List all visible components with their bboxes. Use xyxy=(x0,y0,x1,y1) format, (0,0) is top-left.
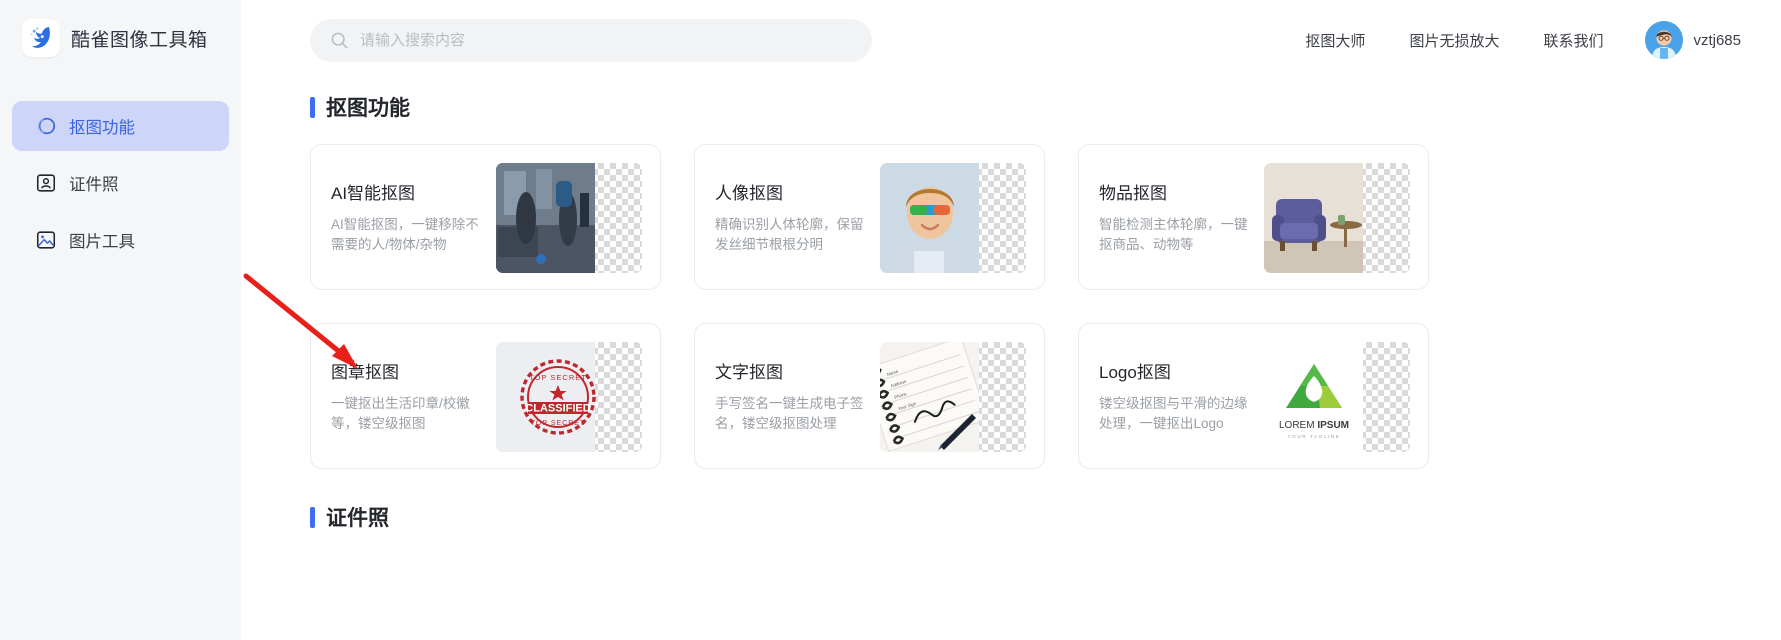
main-area: 抠图大师 图片无损放大 联系我们 xyxy=(241,0,1781,640)
sidebar-item-label: 证件照 xyxy=(69,176,119,194)
notebook-signature-photo: Name Address Phone Your Sign xyxy=(880,342,979,452)
thumb-svg: LOREM IPSUM YOUR TAGLINE xyxy=(1264,342,1363,452)
card-thumbnail xyxy=(496,163,642,273)
avatar xyxy=(1645,21,1684,59)
card-desc: AI智能抠图，一键移除不需要的人/物体/杂物 xyxy=(331,217,479,252)
section-header-cutout: 抠图功能 xyxy=(310,92,1781,122)
card-title: 人像抠图 xyxy=(715,184,783,204)
search-box[interactable] xyxy=(310,18,872,62)
brand-logo-svg xyxy=(30,27,50,48)
card-title: 物品抠图 xyxy=(1099,184,1167,204)
card-text: AI智能抠图 AI智能抠图，一键移除不需要的人/物体/杂物 xyxy=(311,179,489,254)
sidebar-item-id-photo[interactable]: 证件照 xyxy=(12,158,229,208)
topnav-link-contact-us[interactable]: 联系我们 xyxy=(1521,30,1625,51)
avatar-svg xyxy=(1645,21,1684,59)
app-root: 酷雀图像工具箱 抠图功能 证件照 图片工具 请输入搜索内容 抠图大师 图片无损放… xyxy=(0,0,1781,640)
card-text: Logo抠图 镂空级抠图与平滑的边缘处理，一键抠出Logo xyxy=(1079,358,1257,433)
topnav-link-image-upscale[interactable]: 图片无损放大 xyxy=(1387,30,1521,51)
section-header-id-photo: 证件照 xyxy=(310,502,1781,532)
card-title: Logo抠图 xyxy=(1099,363,1171,383)
sidebar-item-label: 抠图功能 xyxy=(69,119,135,137)
svg-text:TOP SECRET: TOP SECRET xyxy=(531,420,585,427)
sidebar-item-image-tools[interactable]: 图片工具 xyxy=(12,215,229,265)
card-thumbnail: TOP SECRET CLASSIFIED TOP SECRET xyxy=(496,342,642,452)
card-text: 物品抠图 智能检测主体轮廓，一键抠商品、动物等 xyxy=(1079,179,1257,254)
card-desc: 智能检测主体轮廓，一键抠商品、动物等 xyxy=(1099,217,1248,252)
card-title: 文字抠图 xyxy=(715,363,783,383)
thumb-svg xyxy=(496,163,595,273)
search-icon xyxy=(331,32,348,48)
feature-card-logo-cutout[interactable]: Logo抠图 镂空级抠图与平滑的边缘处理，一键抠出Logo LOREM IPSU… xyxy=(1078,323,1429,469)
feature-card-object-cutout[interactable]: 物品抠图 智能检测主体轮廓，一键抠商品、动物等 xyxy=(1078,144,1429,290)
sidebar: 酷雀图像工具箱 抠图功能 证件照 图片工具 xyxy=(0,0,241,640)
feature-card-text-cutout[interactable]: 文字抠图 手写签名一键生成电子签名，镂空级抠图处理 Name Address P… xyxy=(694,323,1045,469)
armchair-photo xyxy=(1264,163,1363,273)
username-label: vztj685 xyxy=(1693,31,1741,49)
card-thumbnail: Name Address Phone Your Sign xyxy=(880,342,1026,452)
topnav: 抠图大师 图片无损放大 联系我们 vztj685 xyxy=(1283,21,1741,59)
thumb-svg xyxy=(880,163,979,273)
brand-title: 酷雀图像工具箱 xyxy=(71,29,208,51)
feature-card-stamp-cutout[interactable]: 图章抠图 一键抠出生活印章/校徽等，镂空级抠图 TOP SECRET CLASS… xyxy=(310,323,661,469)
feature-card-portrait-cutout[interactable]: 人像抠图 精确识别人体轮廓，保留发丝细节根根分明 xyxy=(694,144,1045,290)
search-input[interactable] xyxy=(360,31,852,49)
image-tools-icon xyxy=(36,231,56,249)
svg-text:TOP SECRET: TOP SECRET xyxy=(529,373,587,382)
classified-stamp-photo: TOP SECRET CLASSIFIED TOP SECRET xyxy=(496,342,642,452)
sidebar-item-label: 图片工具 xyxy=(69,233,135,251)
id-photo-icon xyxy=(36,174,56,192)
card-text: 图章抠图 一键抠出生活印章/校徽等，镂空级抠图 xyxy=(311,358,489,433)
topbar: 抠图大师 图片无损放大 联系我们 xyxy=(241,0,1781,80)
cutout-circle-icon xyxy=(38,117,56,135)
card-title: AI智能抠图 xyxy=(331,184,416,204)
bird-logo-icon xyxy=(22,19,60,57)
lorem-ipsum-logo-photo: LOREM IPSUM YOUR TAGLINE xyxy=(1264,342,1363,452)
content: 抠图功能 AI智能抠图 AI智能抠图，一键移除不需要的人/物体/杂物 人像抠图 … xyxy=(241,80,1781,532)
section-title: 抠图功能 xyxy=(326,97,410,120)
card-desc: 精确识别人体轮廓，保留发丝细节根根分明 xyxy=(715,217,864,252)
boxing-gym-photo xyxy=(496,163,595,273)
svg-text:YOUR TAGLINE: YOUR TAGLINE xyxy=(1288,434,1341,439)
section-accent-bar xyxy=(310,96,315,118)
user-menu[interactable]: vztj685 xyxy=(1645,21,1741,59)
card-text: 文字抠图 手写签名一键生成电子签名，镂空级抠图处理 xyxy=(695,358,873,433)
thumb-svg xyxy=(1264,163,1363,273)
topnav-link-koutu-master[interactable]: 抠图大师 xyxy=(1283,30,1387,51)
feature-card-ai-cutout[interactable]: AI智能抠图 AI智能抠图，一键移除不需要的人/物体/杂物 xyxy=(310,144,661,290)
card-thumbnail xyxy=(880,163,1026,273)
card-text: 人像抠图 精确识别人体轮廓，保留发丝细节根根分明 xyxy=(695,179,873,254)
section-title: 证件照 xyxy=(326,507,389,530)
feature-card-grid: AI智能抠图 AI智能抠图，一键移除不需要的人/物体/杂物 人像抠图 精确识别人… xyxy=(310,144,1781,469)
svg-text:LOREM IPSUM: LOREM IPSUM xyxy=(1279,420,1349,431)
thumb-svg: TOP SECRET CLASSIFIED TOP SECRET xyxy=(496,342,596,452)
card-thumbnail: LOREM IPSUM YOUR TAGLINE xyxy=(1264,342,1410,452)
thumb-svg: NameAddress PhoneYour Sign xyxy=(880,342,979,452)
svg-text:CLASSIFIED: CLASSIFIED xyxy=(525,403,590,415)
boy-sunglasses-photo xyxy=(880,163,979,273)
card-title: 图章抠图 xyxy=(331,363,399,383)
card-thumbnail xyxy=(1264,163,1410,273)
sidebar-nav: 抠图功能 证件照 图片工具 xyxy=(0,101,241,265)
sidebar-item-cutout[interactable]: 抠图功能 xyxy=(12,101,229,151)
card-desc: 一键抠出生活印章/校徽等，镂空级抠图 xyxy=(331,396,470,431)
brand[interactable]: 酷雀图像工具箱 xyxy=(0,0,241,57)
card-desc: 镂空级抠图与平滑的边缘处理，一键抠出Logo xyxy=(1099,396,1248,431)
card-desc: 手写签名一键生成电子签名，镂空级抠图处理 xyxy=(715,396,864,431)
section-accent-bar xyxy=(310,506,315,528)
